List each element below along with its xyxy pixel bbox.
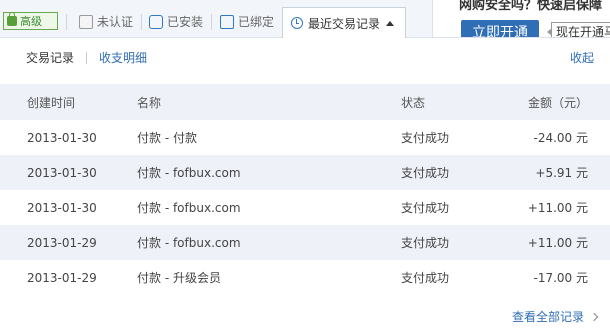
chevron-right-icon [589, 312, 599, 321]
row-name: 付款 - fofbux.com [137, 166, 241, 180]
table-row: 2013-01-29 付款 - 升级会员 支付成功 -17.00 元 [0, 260, 610, 295]
table-header: 创建时间 名称 状态 金额（元） [0, 84, 610, 120]
subnav-income-expense[interactable]: 收支明细 [99, 49, 147, 66]
tab-bound-label: 已绑定 [238, 15, 275, 29]
tab-recent-transactions[interactable]: 最近交易记录 [282, 7, 406, 38]
transactions-table: 创建时间 名称 状态 金额（元） 2013-01-30 付款 - 付款 支付成功… [0, 84, 610, 295]
row-amount: -24.00 元 [533, 131, 589, 145]
clock-icon [291, 17, 303, 29]
row-amount: +11.00 元 [527, 236, 588, 250]
divider [66, 14, 67, 30]
tab-bound[interactable]: 已绑定 [220, 13, 274, 30]
promo-tooltip: 现在开通马 [547, 22, 610, 37]
divider [141, 14, 142, 30]
row-amount: -17.00 元 [533, 271, 589, 285]
table-row: 2013-01-29 付款 - fofbux.com 支付成功 +11.00 元 [0, 225, 610, 260]
divider [86, 52, 87, 64]
row-status: 支付成功 [401, 166, 450, 180]
promo-panel: 网购安全吗？快速启保障 立即开通 现在开通马 [432, 0, 610, 37]
row-date: 2013-01-29 [27, 270, 97, 285]
row-date: 2013-01-30 [27, 130, 97, 145]
row-amount: +11.00 元 [527, 201, 588, 215]
header-status: 状态 [401, 95, 426, 110]
row-name: 付款 - 付款 [137, 131, 197, 145]
sub-navigation: 交易记录 收支明细 收起 [0, 38, 610, 82]
tab-recent-label: 最近交易记录 [308, 16, 381, 31]
row-status: 支付成功 [401, 131, 450, 145]
view-all-records-link[interactable]: 查看全部记录 [511, 308, 599, 325]
header-name: 名称 [137, 95, 162, 110]
row-name: 付款 - fofbux.com [137, 201, 241, 215]
row-status: 支付成功 [401, 201, 450, 215]
caret-up-icon [386, 20, 395, 26]
row-date: 2013-01-30 [27, 165, 97, 180]
security-level-label: 高级 [20, 15, 42, 28]
divider [211, 14, 212, 30]
tab-certification[interactable]: 未认证 [79, 13, 133, 30]
subnav-transactions[interactable]: 交易记录 [26, 49, 74, 66]
open-now-button[interactable]: 立即开通 [461, 20, 539, 37]
row-date: 2013-01-30 [27, 200, 97, 215]
id-card-icon [79, 14, 93, 29]
security-level-badge: 高级 [3, 12, 58, 30]
tab-installed-label: 已安装 [167, 15, 204, 29]
tab-certification-label: 未认证 [97, 15, 134, 29]
collapse-link[interactable]: 收起 [570, 49, 594, 66]
row-status: 支付成功 [401, 236, 450, 250]
header-date: 创建时间 [27, 95, 76, 110]
row-name: 付款 - fofbux.com [137, 236, 241, 250]
security-tabs-bar: 高级 未认证 已安装 已绑定 最近交易记录 网购安全吗？快速启保障 立即开通 现… [0, 0, 610, 38]
table-row: 2013-01-30 付款 - 付款 支付成功 -24.00 元 [0, 120, 610, 155]
promo-text: 网购安全吗？快速启保障 [459, 0, 603, 13]
header-amount: 金额（元） [527, 95, 588, 110]
row-amount: +5.91 元 [535, 166, 588, 180]
check-shield-icon [149, 14, 163, 29]
lock-icon [7, 12, 17, 26]
row-name: 付款 - 升级会员 [137, 271, 221, 285]
row-date: 2013-01-29 [27, 235, 97, 250]
tab-installed[interactable]: 已安装 [149, 13, 203, 30]
table-row: 2013-01-30 付款 - fofbux.com 支付成功 +5.91 元 [0, 155, 610, 190]
row-status: 支付成功 [401, 271, 450, 285]
view-all-label: 查看全部记录 [511, 310, 584, 324]
table-row: 2013-01-30 付款 - fofbux.com 支付成功 +11.00 元 [0, 190, 610, 225]
calculator-icon [220, 14, 234, 29]
